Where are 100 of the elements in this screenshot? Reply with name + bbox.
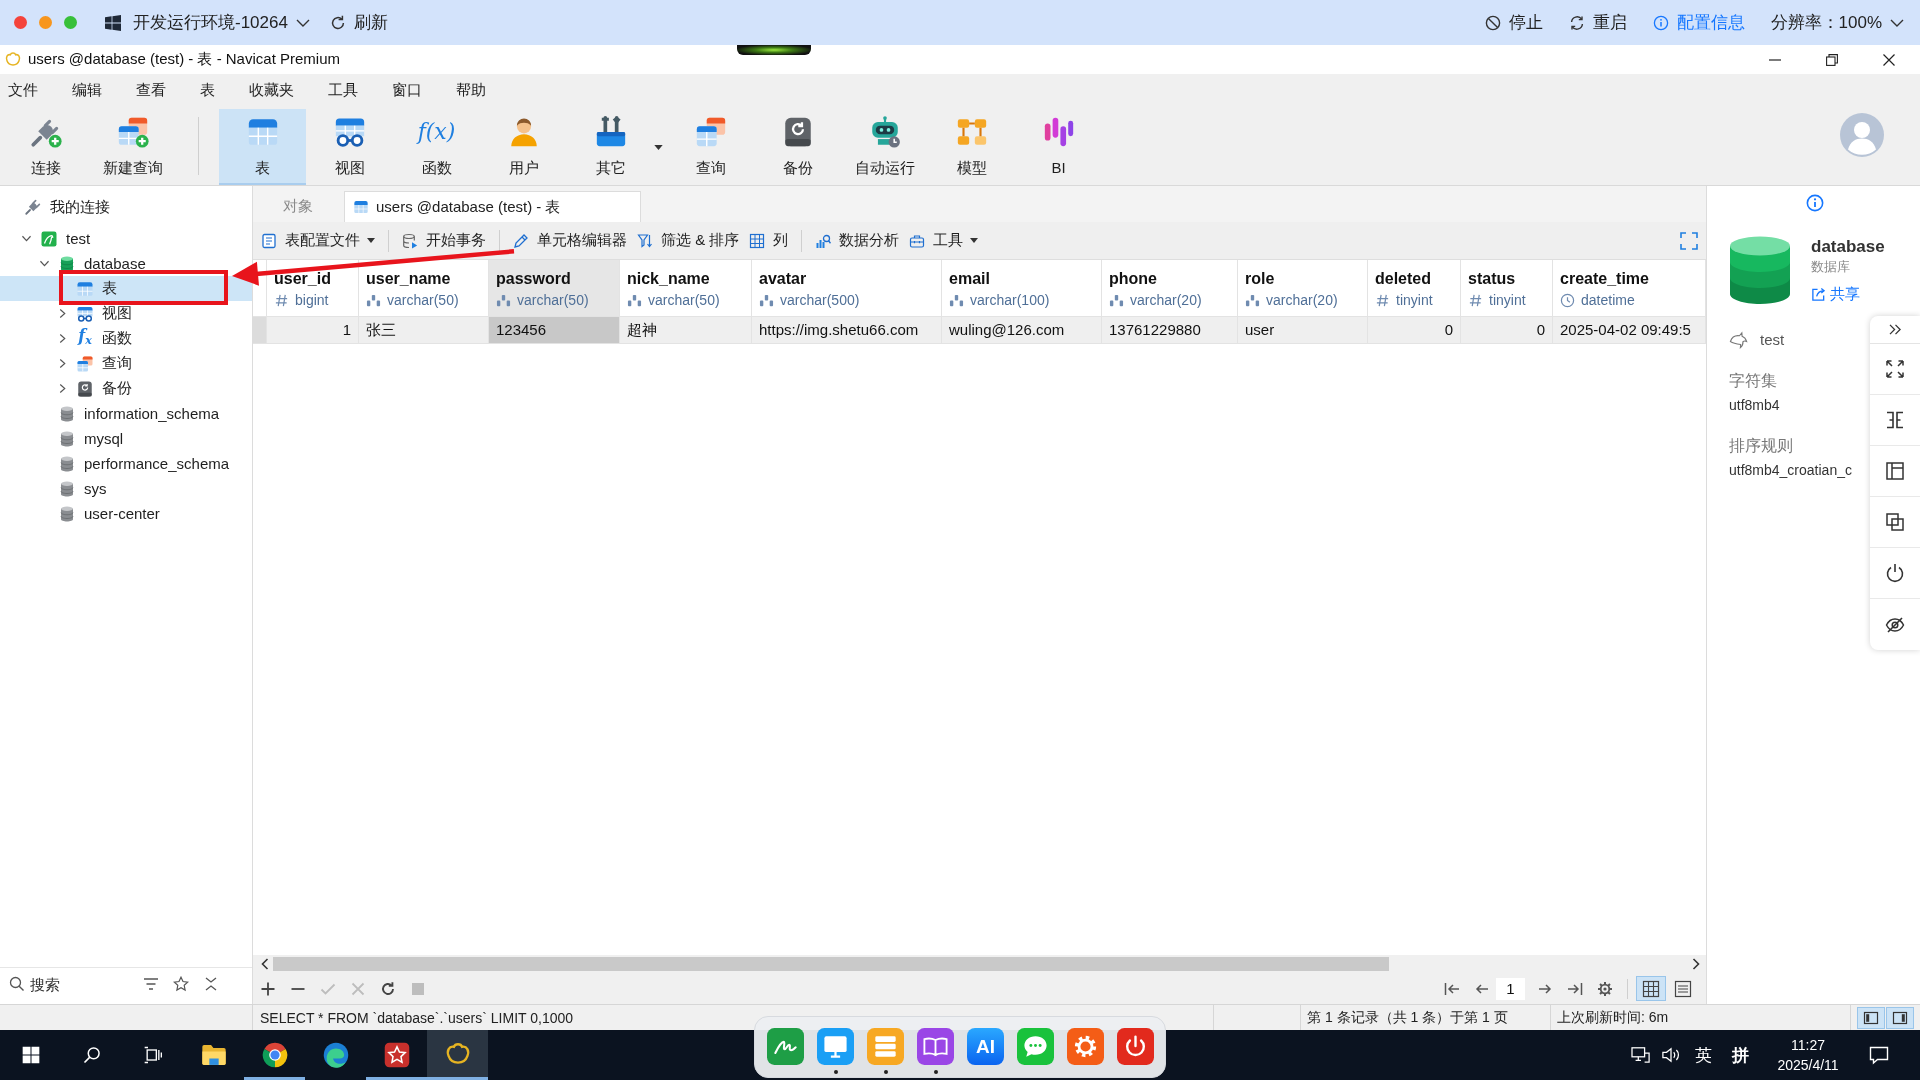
search-field[interactable]: 搜索 <box>30 972 139 996</box>
tree-item[interactable]: mysql <box>0 426 252 451</box>
menu-item[interactable]: 文件 <box>0 77 46 103</box>
tab[interactable]: users @database (test) - 表 <box>344 191 642 222</box>
tree-item[interactable]: performance_schema <box>0 451 252 476</box>
chevron-down-icon[interactable] <box>21 234 31 243</box>
environment-dropdown[interactable]: 开发运行环境-10264 <box>133 11 310 34</box>
share-link[interactable]: 共享 <box>1811 284 1860 304</box>
task-view-icon[interactable] <box>142 1045 163 1065</box>
clock-time[interactable]: 11:27 <box>1791 1035 1825 1055</box>
gear-app-icon[interactable] <box>1067 1028 1104 1065</box>
power-app-icon[interactable] <box>1117 1028 1154 1065</box>
tree-item[interactable]: database <box>0 251 252 276</box>
page-field[interactable]: 1 <box>1496 977 1525 1000</box>
menu-item[interactable]: 工具 <box>320 77 366 103</box>
menu-item[interactable]: 收藏夹 <box>241 77 302 103</box>
layout-icon[interactable] <box>1885 461 1905 481</box>
chevron-right-icon[interactable] <box>57 334 67 343</box>
column-header[interactable]: avatar varchar(500) <box>752 260 942 317</box>
tree-item[interactable]: 视图 <box>0 301 252 326</box>
toolbar-button[interactable]: 自动运行 <box>841 109 928 185</box>
chevron-right-icon[interactable] <box>57 384 67 393</box>
toolbar-button[interactable]: BI <box>1015 109 1102 185</box>
split-columns-icon[interactable] <box>1885 410 1905 430</box>
scroll-right-icon[interactable] <box>1692 958 1700 970</box>
book-app-icon[interactable] <box>917 1028 954 1065</box>
fullscreen-icon[interactable] <box>1680 231 1698 250</box>
tree-item[interactable]: 表 <box>0 276 252 301</box>
filter-icon[interactable] <box>143 976 159 992</box>
menu-item[interactable]: 查看 <box>128 77 174 103</box>
tree-item[interactable]: 查询 <box>0 351 252 376</box>
toolbar-button[interactable]: 表配置文件 <box>261 226 375 255</box>
column-header[interactable]: email varchar(100) <box>942 260 1102 317</box>
horizontal-scrollbar[interactable] <box>253 955 1706 973</box>
copy-icon[interactable] <box>1885 512 1905 532</box>
toolbar-button[interactable]: 视图 <box>306 109 393 185</box>
scroll-left-icon[interactable] <box>261 958 269 970</box>
resolution-dropdown[interactable]: 分辨率：100% <box>1770 11 1904 34</box>
toolbar-button[interactable]: 表 <box>219 109 306 185</box>
first-page-icon[interactable] <box>1444 980 1460 997</box>
toolbar-button[interactable]: 连接 <box>2 109 89 185</box>
toolbar-button[interactable]: 模型 <box>928 109 1015 185</box>
pane-toggle-button[interactable] <box>1886 1006 1914 1029</box>
column-header[interactable]: create_time datetime <box>1553 260 1706 317</box>
start-menu-icon[interactable] <box>20 1045 41 1065</box>
network-icon[interactable] <box>1631 1046 1651 1064</box>
grid-view-button[interactable] <box>1636 976 1666 1001</box>
notification-icon[interactable] <box>1869 1045 1889 1065</box>
toolbar-button[interactable]: 新建查询 <box>89 109 176 185</box>
column-header[interactable]: user_id bigint <box>267 260 359 317</box>
input-mode[interactable]: 拼 <box>1732 1043 1749 1067</box>
expand-arrows-icon[interactable] <box>1885 359 1905 379</box>
taskbar-app-button[interactable] <box>427 1030 488 1080</box>
info-icon[interactable] <box>1806 194 1824 212</box>
column-header[interactable]: password varchar(50) <box>489 260 620 317</box>
double-chevron-icon[interactable] <box>1888 324 1902 335</box>
window-minimize-dot-icon[interactable] <box>39 16 52 29</box>
star-icon[interactable] <box>173 976 189 992</box>
input-language[interactable]: 英 <box>1695 1043 1712 1067</box>
column-header[interactable]: nick_name varchar(50) <box>620 260 752 317</box>
clock-date[interactable]: 2025/4/11 <box>1777 1055 1839 1075</box>
window-close-dot-icon[interactable] <box>14 16 27 29</box>
toolbar-button[interactable]: 列 <box>749 226 789 255</box>
toolbar-button[interactable]: 用户 <box>480 109 567 185</box>
toolbar-button[interactable]: 工具 <box>909 226 979 255</box>
window-zoom-dot-icon[interactable] <box>64 16 77 29</box>
settings-icon[interactable] <box>1597 980 1613 997</box>
toolbar-button[interactable]: 查询 <box>667 109 754 185</box>
tree-item[interactable]: test <box>0 226 252 251</box>
search-icon[interactable] <box>81 1045 102 1065</box>
toolbar-button[interactable]: 备份 <box>754 109 841 185</box>
column-header[interactable]: status tinyint <box>1461 260 1553 317</box>
menu-item[interactable]: 窗口 <box>384 77 430 103</box>
tree-item[interactable]: 备份 <box>0 376 252 401</box>
chevron-right-icon[interactable] <box>57 359 67 368</box>
ai-app-icon[interactable]: AI <box>967 1028 1004 1065</box>
plus-icon[interactable] <box>260 980 276 997</box>
row-marker[interactable] <box>253 317 267 344</box>
tree-item[interactable]: f$_{x}$ 函数 <box>0 326 252 351</box>
menu-item[interactable]: 编辑 <box>64 77 110 103</box>
scrollbar-thumb[interactable] <box>273 957 1389 971</box>
toolbar-button[interactable]: 其它 <box>567 109 667 185</box>
eye-off-icon[interactable] <box>1885 614 1905 635</box>
column-header[interactable]: phone varchar(20) <box>1102 260 1238 317</box>
last-page-icon[interactable] <box>1567 980 1583 997</box>
column-header[interactable]: role varchar(20) <box>1238 260 1368 317</box>
menu-item[interactable]: 表 <box>192 77 223 103</box>
toolbar-button[interactable]: f(x) 函数 <box>393 109 480 185</box>
refresh-icon[interactable] <box>380 980 396 997</box>
toolbar-button[interactable]: 筛选 & 排序 <box>637 226 740 255</box>
pane-toggle-button[interactable] <box>1857 1006 1885 1029</box>
signature-app-icon[interactable] <box>767 1028 804 1065</box>
power-icon[interactable] <box>1885 563 1905 583</box>
tree-item[interactable]: user-center <box>0 501 252 526</box>
collapse-icon[interactable] <box>203 976 219 992</box>
toolbar-button[interactable]: 单元格编辑器 <box>513 226 627 255</box>
chevron-right-icon[interactable] <box>57 309 67 318</box>
column-header[interactable]: deleted tinyint <box>1368 260 1461 317</box>
tree-item[interactable]: sys <box>0 476 252 501</box>
refresh-button[interactable]: 刷新 <box>329 11 388 34</box>
